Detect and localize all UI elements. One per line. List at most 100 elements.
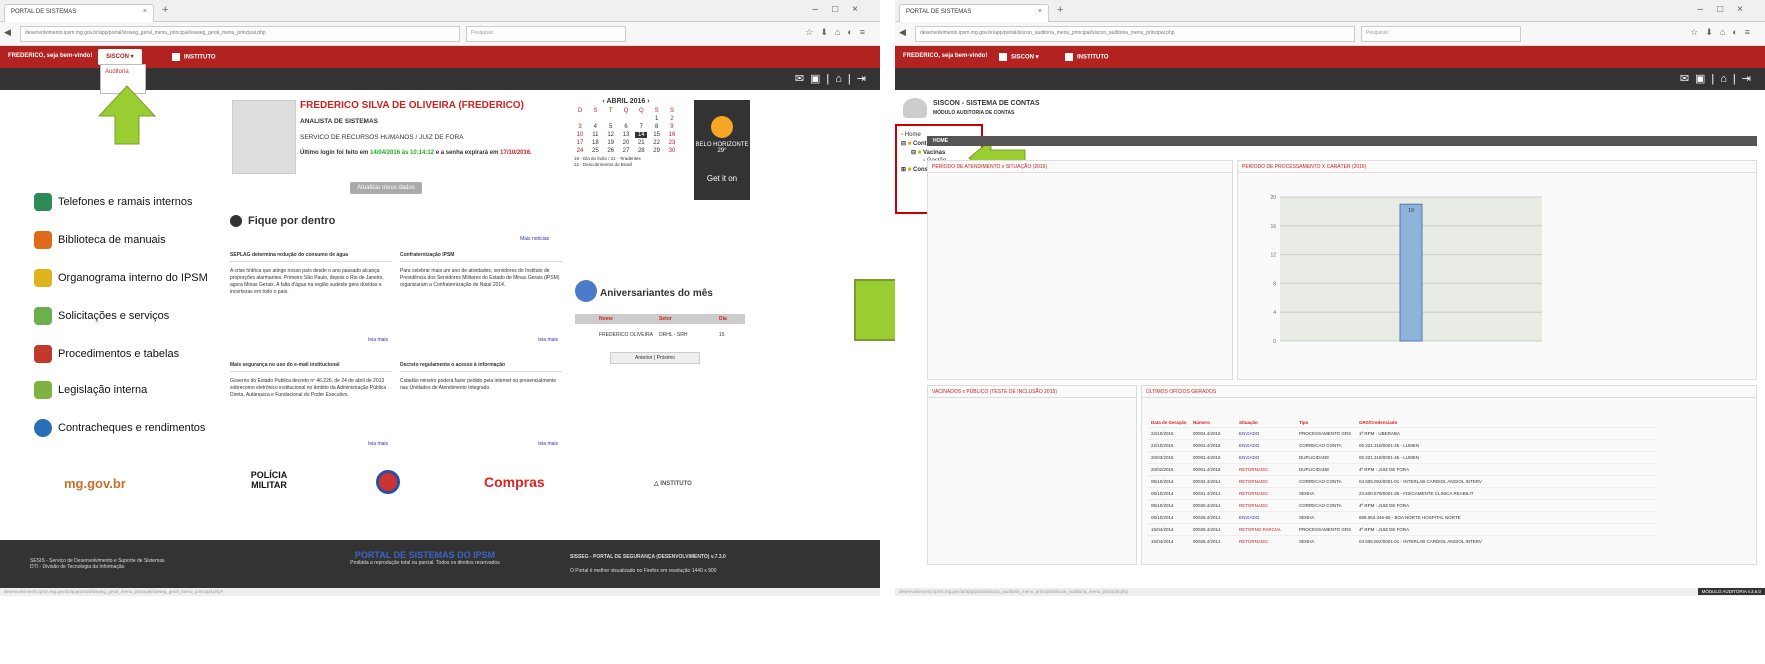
calendar-day[interactable]: 4 [589,124,601,130]
dropdown-item-auditoria[interactable]: Auditoria [105,69,129,75]
calendar-day[interactable]: 29 [651,148,663,154]
read-more-link[interactable]: leia mais [538,337,558,344]
browser-tab[interactable]: PORTAL DE SISTEMAS × [899,4,1049,22]
news-item-title[interactable]: SEPLAG determina redução do consumo de á… [230,250,392,262]
calendar-day[interactable]: 9 [666,124,678,130]
calendar-day[interactable]: 24 [574,148,586,154]
calendar-day[interactable]: 12 [605,132,617,138]
calendar-day[interactable] [574,116,586,122]
calendar-day[interactable] [620,116,632,122]
link-legislacao[interactable]: Legislação interna [34,380,147,400]
next-button[interactable]: Próximo [657,355,675,361]
table-row[interactable]: 05/10/2014 00029.4/2014 ENVIADO SENHA 888.06… [1147,511,1657,523]
table-row[interactable]: 22/10/2015 00004.4/2016 ENVIADO PROCESSAMEN… [1147,427,1657,439]
window-controls[interactable]: –□× [813,4,872,15]
read-more-link[interactable]: leia mais [368,441,388,448]
cell: CORRECAO CONTA [1299,503,1342,508]
news-item-title[interactable]: Confraternização IPSM [400,250,562,262]
calendar-day[interactable]: 30 [666,148,678,154]
close-tab-icon[interactable]: × [1038,8,1042,15]
calendar-day[interactable]: 14 [635,132,648,138]
search-input[interactable]: Pesquisar [1361,26,1521,42]
chart-bar[interactable] [1399,203,1423,342]
calendar-day[interactable]: 3 [574,124,586,130]
new-tab-icon[interactable]: + [1057,4,1063,16]
calendar-day[interactable]: 6 [620,124,632,130]
more-news-link[interactable]: Mais notícias [520,236,549,242]
weekday: S [669,108,674,114]
menu-siscon[interactable]: SISCON ▾ [999,53,1039,61]
search-input[interactable]: Pesquisar [466,26,626,42]
table-row[interactable]: 05/10/2014 00032.4/2014 RETORNADO CORRECAO … [1147,475,1657,487]
url-input[interactable]: desenvolvimento.ipsm.mg.gov.br/app/porta… [915,26,1355,42]
window-controls[interactable]: –□× [1698,4,1757,15]
calendar-day[interactable]: 23 [666,140,678,146]
calendar-day[interactable]: 1 [651,116,663,122]
calendar-day[interactable]: 21 [635,140,647,146]
news-item-title[interactable]: Mais segurança no uso do e-mail instituc… [230,360,392,372]
menu-instituto[interactable]: INSTITUTO [1065,53,1109,61]
prev-button[interactable]: Anterior [635,355,653,361]
table-row[interactable]: 22/10/2015 00003.4/2016 ENVIADO CORRECAO CO… [1147,439,1657,451]
calendar-day[interactable]: 16 [666,132,678,138]
link-procedimentos[interactable]: Procedimentos e tabelas [34,344,179,364]
header-icons[interactable]: ✉▣|⌂|⇥ [1680,72,1757,85]
update-data-button[interactable]: Atualizar meus dados [350,182,422,194]
calendar-day[interactable]: 2 [666,116,678,122]
y-tick-label: 12 [1270,253,1276,259]
calendar-day[interactable]: 11 [589,132,601,138]
link-telefones[interactable]: Telefones e ramais internos [34,192,193,212]
calendar-day[interactable]: 7 [635,124,647,130]
calendar-day[interactable]: 20 [620,140,632,146]
back-icon[interactable]: ◀ [4,27,11,38]
new-tab-icon[interactable]: + [162,4,168,16]
table-row[interactable]: 20/02/2015 00001.4/2016 RETORNADO DUPLICIDA… [1147,463,1657,475]
calendar-day[interactable]: 15 [651,132,663,138]
calendar-day[interactable]: 13 [620,132,632,138]
tab-home[interactable]: HOME [927,136,1757,146]
calendar-day[interactable]: 22 [651,140,663,146]
link-contracheques[interactable]: Contracheques e rendimentos [34,418,205,438]
calendar-day[interactable]: 28 [635,148,647,154]
close-tab-icon[interactable]: × [143,8,147,15]
read-more-link[interactable]: leia mais [538,441,558,448]
password-expiry: 17/10/2016. [500,150,532,156]
table-row[interactable]: 15/04/2014 00026.4/2014 RETORNADO SENHA 04.5… [1147,535,1657,547]
link-organograma[interactable]: Organograma interno do IPSM [34,268,208,288]
table-row[interactable]: 20/03/2015 00002.4/2016 ENVIADO DUPLICIDADE… [1147,451,1657,463]
folder-icon: ■ [917,150,922,156]
read-more-link[interactable]: leia mais [368,337,388,344]
cell: RETORNADO [1239,539,1268,544]
url-input[interactable]: desenvolvimento.ipsm.mg.gov.br/app/porta… [20,26,460,42]
toolbar-icons[interactable]: ☆⬇⌂◐≡ [805,27,872,38]
get-it-on-button[interactable]: Get it on [694,174,750,183]
link-solicitacoes[interactable]: Solicitações e serviços [34,306,169,326]
table-row[interactable]: 05/10/2014 00031.4/2014 RETORNADO SENHA 23.6… [1147,487,1657,499]
calendar-day[interactable]: 25 [589,148,601,154]
calendar-day[interactable]: 26 [605,148,617,154]
calendar-day[interactable]: 8 [651,124,663,130]
calendar-day[interactable]: 17 [574,140,586,146]
table-row[interactable]: 15/04/2014 00028.4/2014 RETORNO PARCIAL PRO… [1147,523,1657,535]
calendar-day[interactable]: 19 [605,140,617,146]
toolbar-icons[interactable]: ☆⬇⌂◐≡ [1690,27,1757,38]
menu-instituto[interactable]: INSTITUTO [172,53,216,61]
weather-widget[interactable]: BELO HORIZONTE 29° Get it on [694,100,750,200]
browser-tab[interactable]: PORTAL DE SISTEMAS × [4,4,154,22]
header-icons[interactable]: ✉▣|⌂|⇥ [795,72,872,85]
link-biblioteca[interactable]: Biblioteca de manuais [34,230,166,250]
table-row[interactable]: 05/10/2014 00030.4/2014 RETORNADO CORRECAO … [1147,499,1657,511]
calendar-day[interactable] [589,116,601,122]
tree-item-vacinas[interactable]: ⊟ ■ Vacinas [901,149,977,156]
menu-siscon[interactable]: SISCON ▾ [98,49,142,65]
calendar-day[interactable]: 18 [589,140,601,146]
calendar-day[interactable]: 27 [620,148,632,154]
calendar-day[interactable] [635,116,647,122]
calendar-day[interactable] [605,116,617,122]
back-icon[interactable]: ◀ [899,27,906,38]
cell: PROCESSAMENTO GRS [1299,527,1352,532]
table-row[interactable]: FREDERICO OLIVEIRA DRHL - SRH 15 [575,324,745,346]
news-item-title[interactable]: Decreto regulamenta o acesso à informaçã… [400,360,562,372]
calendar-day[interactable]: 10 [574,132,586,138]
calendar-day[interactable]: 5 [605,124,617,130]
